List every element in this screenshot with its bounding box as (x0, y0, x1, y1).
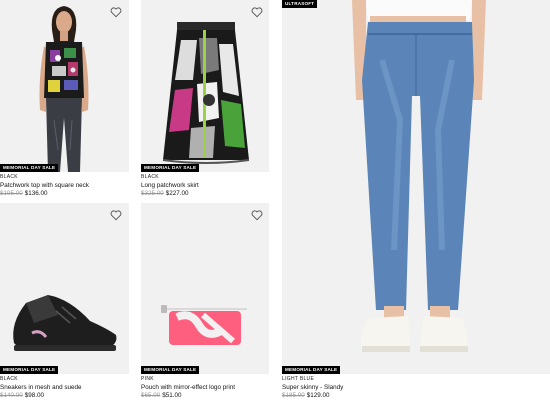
product-color: LIGHT BLUE (282, 376, 315, 382)
product-info: BLACK Long patchwork skirt $325.00 $227.0… (141, 174, 269, 198)
sale-price: $227.00 (165, 190, 189, 197)
sneaker-illustration (0, 203, 129, 374)
product-color: BLACK (141, 174, 159, 180)
product-info: BLACK Sneakers in mesh and suede $140.00… (0, 376, 129, 400)
product-color: BLACK (0, 376, 18, 382)
product-name[interactable]: Pouch with mirror-effect logo print (141, 383, 269, 392)
heart-outline-icon[interactable] (250, 208, 264, 222)
product-card-patchwork-skirt[interactable]: MEMORIAL DAY SALE BLACK Long patchwork s… (141, 0, 269, 200)
product-prices: $65.00 $51.00 (141, 392, 269, 400)
feature-badge: ULTRASOFT (282, 0, 318, 8)
product-card-sneakers[interactable]: MEMORIAL DAY SALE BLACK Sneakers in mesh… (0, 203, 129, 401)
product-color: PINK (141, 376, 154, 382)
sale-badge: MEMORIAL DAY SALE (282, 366, 341, 374)
product-image-sneakers[interactable]: MEMORIAL DAY SALE (0, 203, 129, 374)
model-wearing-jeans-illustration (282, 0, 550, 374)
product-card-pouch[interactable]: MEMORIAL DAY SALE PINK Pouch with mirror… (141, 203, 269, 401)
product-image-super-skinny[interactable]: ULTRASOFT MEMORIAL DAY SALE (282, 0, 550, 374)
pouch-illustration (141, 203, 269, 374)
model-wearing-top-illustration (0, 0, 129, 172)
heart-outline-icon[interactable] (109, 208, 123, 222)
product-card-patchwork-top[interactable]: MEMORIAL DAY SALE BLACK Patchwork top wi… (0, 0, 129, 200)
product-prices: $185.00 $129.00 (282, 392, 550, 400)
sale-badge: MEMORIAL DAY SALE (0, 164, 59, 172)
product-name[interactable]: Super skinny - Slandy (282, 383, 550, 392)
sale-badge: MEMORIAL DAY SALE (141, 164, 200, 172)
product-card-super-skinny[interactable]: ULTRASOFT MEMORIAL DAY SALE LIGHT BLUE S… (282, 0, 550, 401)
product-info: BLACK Patchwork top with square neck $19… (0, 174, 129, 198)
skirt-illustration (141, 0, 269, 172)
original-price: $195.00 (0, 190, 23, 197)
product-prices: $195.00 $136.00 (0, 190, 129, 198)
product-name[interactable]: Patchwork top with square neck (0, 181, 129, 190)
product-image-pouch[interactable]: MEMORIAL DAY SALE (141, 203, 269, 374)
product-name[interactable]: Long patchwork skirt (141, 181, 269, 190)
original-price: $140.00 (0, 392, 23, 399)
original-price: $185.00 (282, 392, 305, 399)
product-info: LIGHT BLUE Super skinny - Slandy $185.00… (282, 376, 550, 400)
sale-price: $98.00 (24, 392, 45, 399)
original-price: $65.00 (141, 392, 161, 399)
heart-outline-icon[interactable] (250, 5, 264, 19)
product-prices: $325.00 $227.00 (141, 190, 269, 198)
sale-price: $51.00 (162, 392, 182, 399)
product-color: BLACK (0, 174, 18, 180)
sale-price: $129.00 (306, 392, 330, 399)
sale-badge: MEMORIAL DAY SALE (0, 366, 59, 374)
product-info: PINK Pouch with mirror-effect logo print… (141, 376, 269, 400)
sale-price: $136.00 (24, 190, 48, 197)
product-name[interactable]: Sneakers in mesh and suede (0, 383, 129, 392)
sale-badge: MEMORIAL DAY SALE (141, 366, 200, 374)
original-price: $325.00 (141, 190, 164, 197)
product-image-patchwork-skirt[interactable]: MEMORIAL DAY SALE (141, 0, 269, 172)
product-prices: $140.00 $98.00 (0, 392, 129, 400)
product-image-patchwork-top[interactable]: MEMORIAL DAY SALE (0, 0, 129, 172)
heart-outline-icon[interactable] (109, 5, 123, 19)
